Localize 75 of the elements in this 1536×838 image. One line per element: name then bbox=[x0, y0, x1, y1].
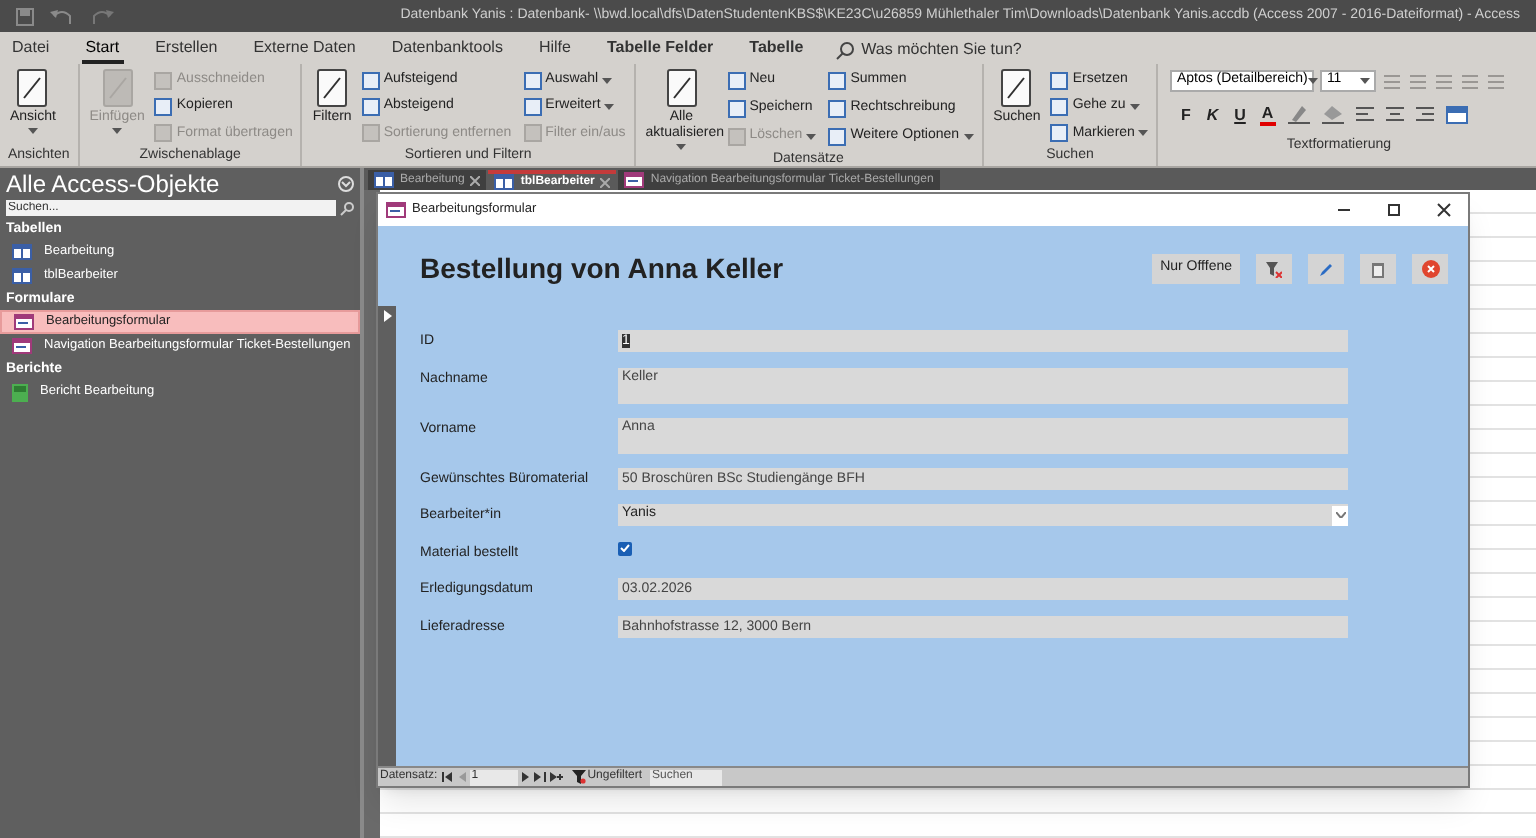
form-icon bbox=[386, 202, 406, 218]
new-record-icon bbox=[549, 772, 564, 782]
command-icon bbox=[314, 68, 351, 108]
trash-icon bbox=[1372, 261, 1384, 277]
report-icon bbox=[12, 383, 28, 401]
edit-button[interactable] bbox=[1308, 254, 1344, 284]
search-icon bbox=[340, 201, 354, 215]
menu-tab[interactable]: Tabelle Felder bbox=[602, 36, 718, 64]
pencil-icon bbox=[1319, 262, 1333, 276]
menu-tab[interactable]: Datei bbox=[8, 36, 54, 64]
table-icon bbox=[374, 172, 394, 188]
chevron-circle-icon bbox=[338, 175, 354, 191]
first-record-icon bbox=[441, 772, 454, 782]
menu-tab[interactable]: Hilfe bbox=[534, 36, 575, 64]
delete-button[interactable] bbox=[1360, 254, 1396, 284]
search-icon bbox=[835, 41, 854, 59]
close-icon bbox=[1436, 202, 1452, 218]
menu-tab[interactable]: Externe Daten bbox=[249, 36, 360, 64]
form-icon bbox=[14, 314, 34, 330]
redo-icon bbox=[90, 7, 114, 25]
close-icon bbox=[600, 177, 611, 187]
format-button[interactable]: F bbox=[1178, 105, 1193, 123]
save-icon bbox=[16, 7, 34, 25]
table-icon bbox=[12, 268, 32, 284]
highlighter-icon bbox=[1287, 104, 1310, 124]
clear-filter-button[interactable] bbox=[1256, 254, 1292, 284]
format-button[interactable]: A bbox=[1259, 103, 1276, 125]
caret-icon bbox=[1360, 78, 1371, 84]
list-icon bbox=[1460, 72, 1481, 90]
format-button[interactable]: K bbox=[1204, 105, 1221, 123]
menu-tab[interactable]: Tabelle bbox=[745, 36, 808, 64]
last-record-icon bbox=[533, 772, 546, 782]
funnel-icon bbox=[571, 770, 586, 784]
close-icon bbox=[1421, 260, 1439, 278]
check-icon bbox=[620, 544, 630, 552]
close-button[interactable] bbox=[1412, 254, 1448, 284]
caret-icon bbox=[112, 128, 123, 134]
caret-icon bbox=[676, 144, 687, 150]
list-icon bbox=[1382, 72, 1403, 90]
caret-icon bbox=[806, 134, 817, 140]
table-icon bbox=[494, 174, 515, 190]
triangle-icon bbox=[383, 310, 391, 322]
caret-icon bbox=[604, 104, 615, 111]
align-center-icon bbox=[1385, 106, 1404, 122]
command-icon bbox=[14, 68, 51, 108]
chevron-down-icon bbox=[1335, 512, 1345, 518]
caret-icon bbox=[602, 78, 613, 84]
caret-icon bbox=[27, 128, 38, 134]
funnel-icon bbox=[1266, 261, 1282, 277]
list-icon bbox=[1408, 72, 1429, 90]
tell-me-field[interactable]: Was möchten Sie tun? bbox=[861, 38, 1022, 62]
maximize-icon bbox=[1386, 202, 1402, 218]
fill-color-icon bbox=[1321, 104, 1344, 124]
menu-tab[interactable]: Datenbanktools bbox=[387, 36, 507, 64]
nav-pane-title: Alle Access-Objekte bbox=[6, 167, 220, 201]
caret-icon bbox=[1138, 130, 1149, 137]
caret-icon bbox=[1307, 78, 1318, 84]
caret-icon bbox=[963, 134, 974, 140]
align-right-icon bbox=[1415, 106, 1434, 122]
form-icon bbox=[624, 172, 645, 188]
command-icon bbox=[663, 68, 700, 108]
list-icon bbox=[1434, 72, 1455, 90]
command-icon bbox=[998, 68, 1035, 108]
caret-icon bbox=[1129, 104, 1140, 111]
checkbox[interactable] bbox=[618, 541, 632, 555]
list-icon bbox=[1486, 72, 1507, 90]
gridlines-icon bbox=[1445, 105, 1468, 123]
form-heading: Bestellung von Anna Keller bbox=[420, 250, 784, 288]
form-icon bbox=[12, 338, 32, 354]
format-button[interactable]: U bbox=[1232, 105, 1248, 123]
table-icon bbox=[12, 244, 32, 260]
align-left-icon bbox=[1355, 106, 1374, 122]
close-icon bbox=[470, 175, 481, 185]
menu-tab[interactable]: Erstellen bbox=[151, 36, 222, 64]
undo-icon bbox=[50, 7, 74, 25]
